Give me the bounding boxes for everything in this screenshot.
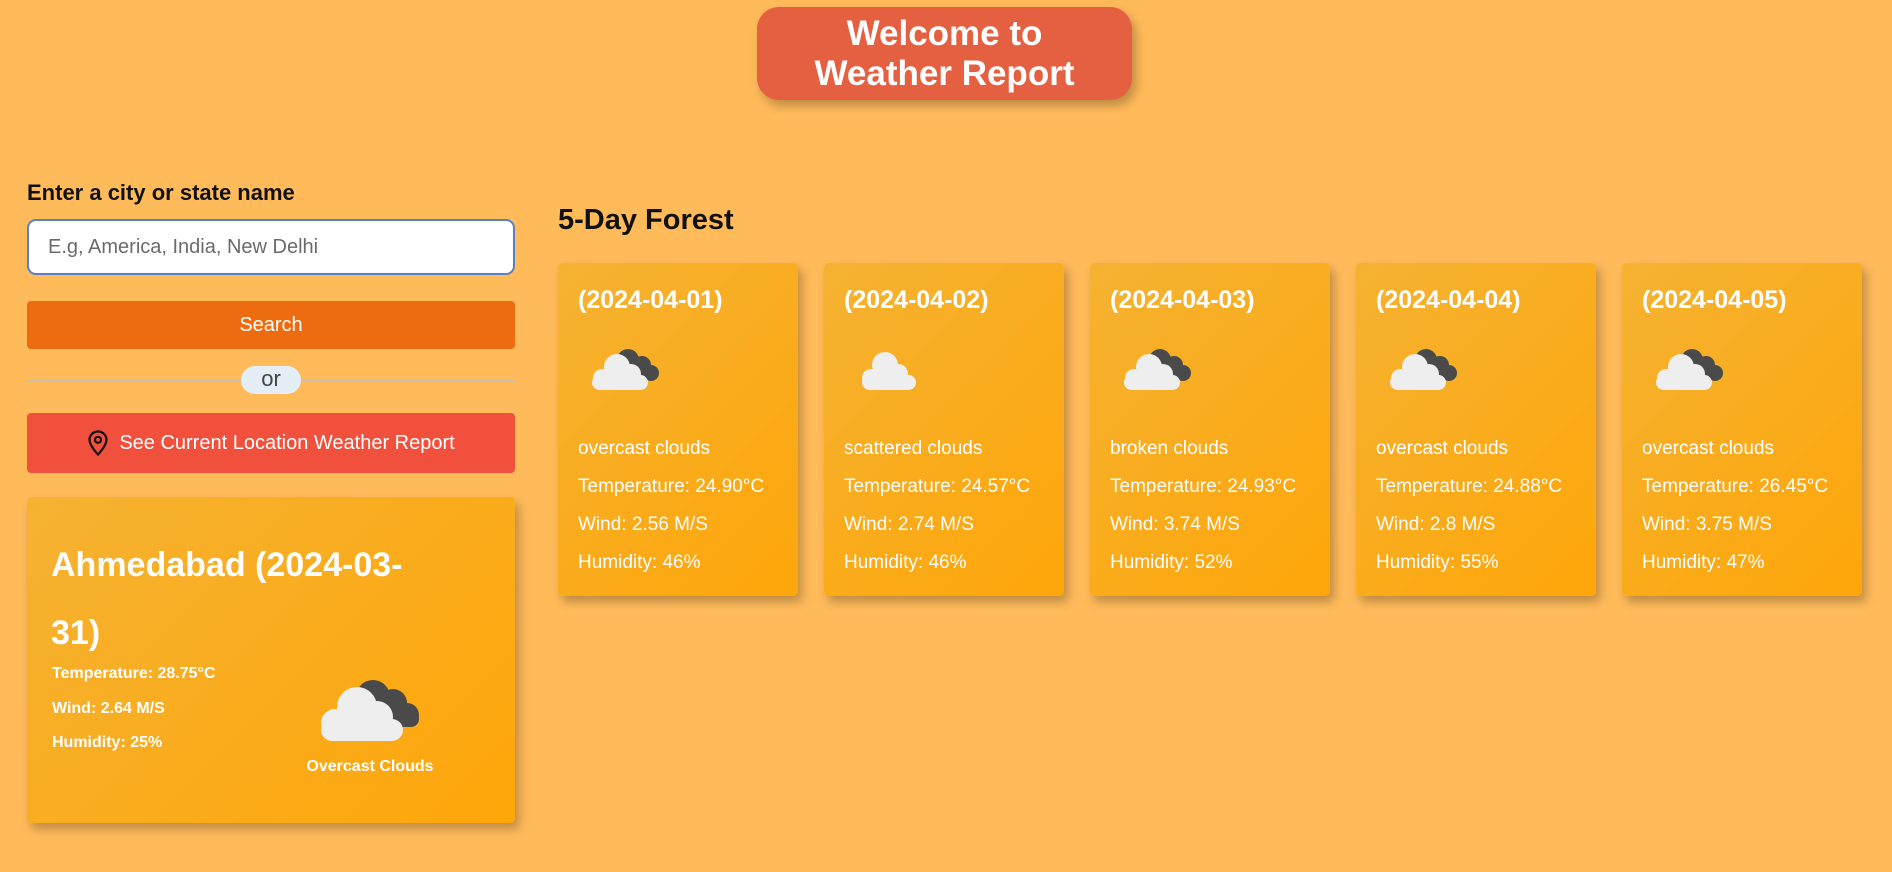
weather-app: Welcome to Weather Report Enter a city o… [0,0,1892,872]
forecast-description: broken clouds [1110,438,1229,459]
forecast-date: (2024-04-02) [844,286,989,314]
forecast-row: (2024-04-01) overcast clouds Temperature… [558,263,1862,596]
broken-clouds-icon [1124,349,1191,390]
forecast-humidity: Humidity: 47% [1642,552,1765,573]
forecast-description: scattered clouds [844,438,983,459]
forecast-temperature: Temperature: 24.88°C [1376,476,1563,497]
banner-line-1: Welcome to [846,14,1043,53]
welcome-banner: Welcome to Weather Report [757,7,1132,100]
current-location-button[interactable]: See Current Location Weather Report [27,413,515,473]
overcast-clouds-icon [1656,349,1723,390]
overcast-clouds-icon [592,349,659,390]
forecast-description: overcast clouds [1642,438,1775,459]
current-weather-card: Ahmedabad (2024-03-31) Temperature: 28.7… [27,497,515,823]
search-button[interactable]: Search [27,301,515,349]
forecast-humidity: Humidity: 55% [1376,552,1499,573]
forecast-description: overcast clouds [1376,438,1509,459]
forecast-card-day-5: (2024-04-05) overcast clouds Temperature… [1622,263,1862,596]
overcast-clouds-icon [321,680,419,741]
overcast-clouds-icon [1390,349,1457,390]
forecast-wind: Wind: 2.8 M/S [1376,514,1496,535]
forecast-date: (2024-04-05) [1642,286,1787,314]
forecast-date: (2024-04-03) [1110,286,1255,314]
current-temperature: Temperature: 28.75°C [52,665,216,682]
forecast-wind: Wind: 3.74 M/S [1110,514,1240,535]
map-pin-icon [88,430,108,456]
forecast-date: (2024-04-04) [1376,286,1521,314]
forecast-humidity: Humidity: 52% [1110,552,1233,573]
current-location-label: See Current Location Weather Report [119,431,455,454]
forecast-description: overcast clouds [578,438,711,459]
forecast-card-day-3: (2024-04-03) broken clouds Temperature: … [1090,263,1330,596]
current-humidity: Humidity: 25% [52,734,163,751]
forecast-title: 5-Day Forest [558,204,734,236]
banner-line-2: Weather Report [814,54,1075,93]
forecast-temperature: Temperature: 24.57°C [844,476,1031,497]
forecast-humidity: Humidity: 46% [844,552,967,573]
city-search-input[interactable] [27,219,515,275]
forecast-card-day-1: (2024-04-01) overcast clouds Temperature… [558,263,798,596]
current-city-title: Ahmedabad (2024-03-31) [51,546,403,652]
forecast-card-day-4: (2024-04-04) overcast clouds Temperature… [1356,263,1596,596]
forecast-humidity: Humidity: 46% [578,552,701,573]
forecast-temperature: Temperature: 24.90°C [578,476,765,497]
forecast-date: (2024-04-01) [578,286,723,314]
search-label: Enter a city or state name [27,180,295,205]
forecast-card-day-2: (2024-04-02) scattered clouds Temperatur… [824,263,1064,596]
or-label: or [241,366,301,394]
forecast-wind: Wind: 3.75 M/S [1642,514,1772,535]
current-wind: Wind: 2.64 M/S [52,700,165,717]
current-condition: Overcast Clouds [306,758,434,775]
forecast-wind: Wind: 2.56 M/S [578,514,708,535]
scattered-clouds-icon [862,352,916,390]
forecast-temperature: Temperature: 24.93°C [1110,476,1297,497]
forecast-temperature: Temperature: 26.45°C [1642,476,1829,497]
forecast-wind: Wind: 2.74 M/S [844,514,974,535]
